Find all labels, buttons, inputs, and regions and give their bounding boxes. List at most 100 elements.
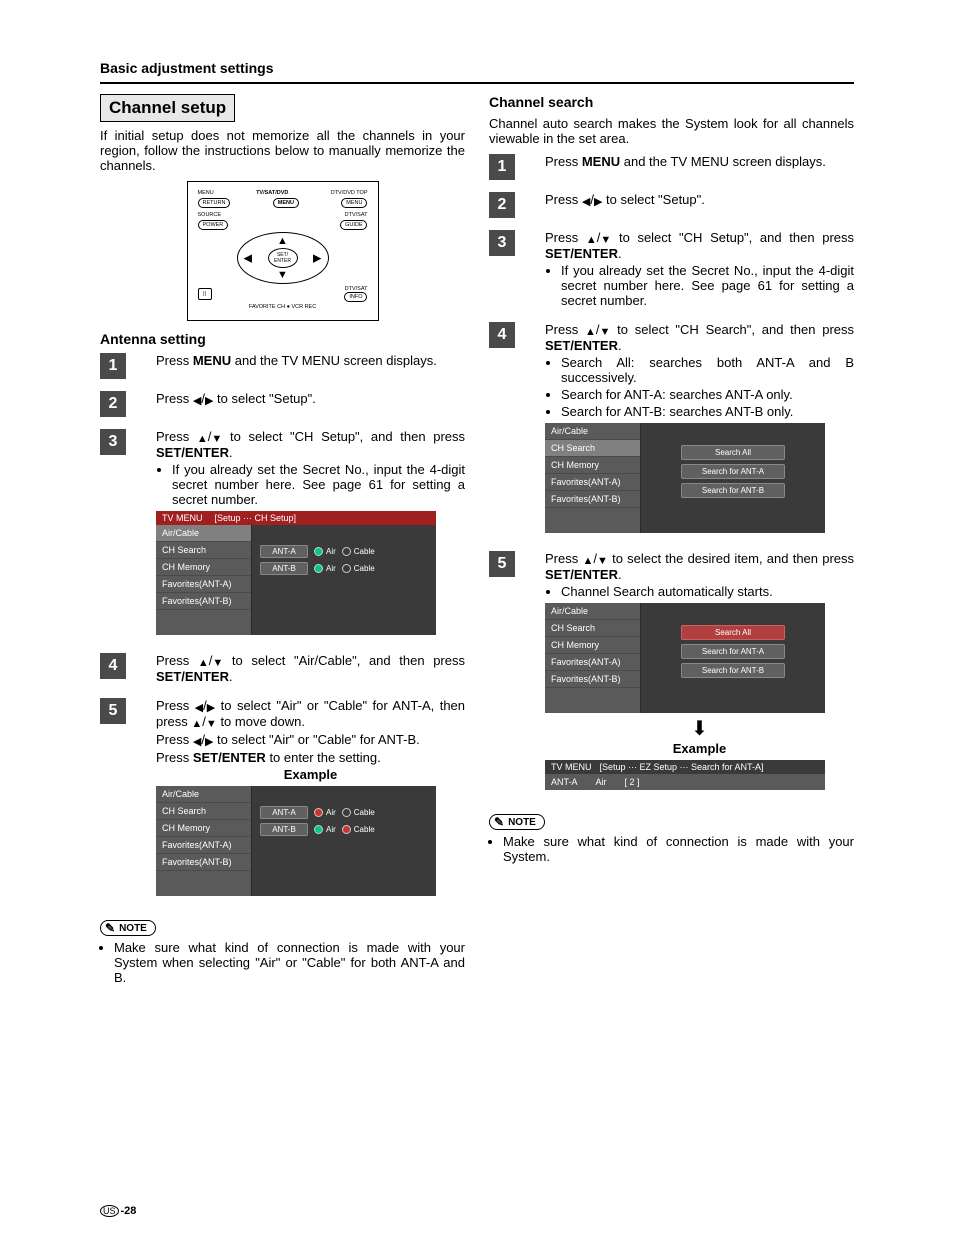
up-arrow-icon: ▲ bbox=[191, 718, 202, 730]
step-text: SET/ENTER bbox=[193, 750, 266, 765]
osd-side-item: Favorites(ANT-B) bbox=[545, 491, 640, 508]
right-arrow-icon: ▶ bbox=[207, 701, 215, 714]
osd-side-item: CH Memory bbox=[545, 457, 640, 474]
step-text: . bbox=[229, 445, 233, 460]
osd-button: Search All bbox=[681, 625, 785, 640]
note-badge: ✎ NOTE bbox=[100, 920, 156, 936]
left-arrow-icon: ◀ bbox=[244, 252, 252, 265]
step-number: 4 bbox=[100, 653, 126, 679]
step-number: 4 bbox=[489, 322, 515, 348]
page-num-value: -28 bbox=[121, 1205, 137, 1217]
step-text: Press bbox=[545, 551, 582, 566]
step-text: . bbox=[618, 567, 622, 582]
step-5: 5 Press ◀/▶ to select "Air" or "Cable" f… bbox=[100, 698, 465, 902]
osd-side-item: CH Search bbox=[545, 620, 640, 637]
up-arrow-icon: ▲ bbox=[585, 326, 596, 338]
osd-side-item: CH Search bbox=[545, 440, 640, 457]
note-label: NOTE bbox=[508, 817, 536, 828]
step-text: to select "CH Setup", and then press bbox=[619, 230, 854, 245]
step-text: and the TV MENU screen displays. bbox=[235, 353, 437, 368]
radio-on-icon bbox=[314, 564, 323, 573]
step-text: to enter the setting. bbox=[269, 750, 380, 765]
osd-title: TV MENU bbox=[551, 762, 592, 772]
channel-search-intro: Channel auto search makes the System loo… bbox=[489, 116, 854, 146]
step-bullet: Search for ANT-A: searches ANT-A only. bbox=[561, 387, 854, 402]
remote-button: POWER bbox=[198, 220, 229, 230]
step-bullet: Search All: searches both ANT-A and B su… bbox=[561, 355, 854, 385]
osd-option: Cable bbox=[354, 547, 375, 556]
remote-label: TV/SAT/DVD bbox=[256, 190, 288, 196]
osd-option: Air bbox=[326, 547, 336, 556]
down-arrow-icon: ▼ bbox=[206, 718, 217, 730]
step-text: to select "CH Setup", and then press bbox=[230, 429, 465, 444]
left-arrow-icon: ◀ bbox=[193, 394, 201, 407]
antenna-setting-heading: Antenna setting bbox=[100, 331, 465, 347]
osd-option: Cable bbox=[354, 808, 375, 817]
channel-setup-intro: If initial setup does not memorize all t… bbox=[100, 128, 465, 173]
example-label: Example bbox=[545, 741, 854, 756]
step-1: 1 Press MENU and the TV MENU screen disp… bbox=[489, 154, 854, 180]
right-arrow-icon: ▶ bbox=[594, 195, 602, 208]
left-column: Channel setup If initial setup does not … bbox=[100, 94, 465, 985]
osd-value: ANT-A bbox=[551, 777, 578, 787]
step-text: Press bbox=[156, 750, 193, 765]
down-arrow-icon: ▼ bbox=[211, 433, 222, 445]
osd-menu-example: Air/Cable CH Search CH Memory Favorites(… bbox=[156, 786, 436, 896]
osd-side-item: Favorites(ANT-A) bbox=[545, 474, 640, 491]
osd-button: Search for ANT-A bbox=[681, 464, 785, 479]
step-text: to select the desired item, and then pre… bbox=[612, 551, 854, 566]
note-text: Make sure what kind of connection is mad… bbox=[503, 834, 854, 864]
step-text: and the TV MENU screen displays. bbox=[624, 154, 826, 169]
up-arrow-icon: ▲ bbox=[277, 235, 288, 247]
down-arrow-icon: ▼ bbox=[597, 555, 608, 567]
radio-off-icon bbox=[342, 825, 351, 834]
step-number: 5 bbox=[489, 551, 515, 577]
remote-button: INFO bbox=[344, 292, 367, 302]
step-text: to select "Setup". bbox=[606, 192, 705, 207]
note-icon: ✎ bbox=[105, 921, 115, 935]
step-number: 3 bbox=[100, 429, 126, 455]
step-text: to select "Air" or "Cable" for ANT-B. bbox=[217, 732, 420, 747]
remote-label: SOURCE bbox=[198, 212, 222, 218]
step-text: to move down. bbox=[220, 714, 305, 729]
osd-option: Air bbox=[326, 808, 336, 817]
radio-off-icon bbox=[342, 547, 351, 556]
osd-label: ANT-B bbox=[260, 823, 308, 836]
step-text: Press bbox=[156, 698, 195, 713]
osd-label: ANT-B bbox=[260, 562, 308, 575]
osd-side-item: Air/Cable bbox=[156, 786, 251, 803]
note-icon: ✎ bbox=[494, 815, 504, 829]
channel-search-heading: Channel search bbox=[489, 94, 854, 110]
note-text: Make sure what kind of connection is mad… bbox=[114, 940, 465, 985]
step-text: . bbox=[229, 669, 233, 684]
remote-label: DTV/DVD TOP bbox=[331, 190, 368, 196]
channel-setup-title: Channel setup bbox=[100, 94, 235, 122]
remote-label: FAVORITE CH ● VCR REC bbox=[198, 304, 368, 310]
remote-button: GUIDE bbox=[340, 220, 367, 230]
step-text: to select "CH Search", and then press bbox=[617, 322, 854, 337]
step-4: 4 Press ▲/▼ to select "CH Search", and t… bbox=[489, 322, 854, 539]
osd-button: Search for ANT-A bbox=[681, 644, 785, 659]
step-text: to select "Air" or "Cable" for ANT-A, th… bbox=[156, 698, 465, 729]
osd-side-item: Favorites(ANT-A) bbox=[156, 837, 251, 854]
left-arrow-icon: ◀ bbox=[195, 701, 203, 714]
step-text: SET/ENTER bbox=[156, 669, 229, 684]
osd-label: ANT-A bbox=[260, 545, 308, 558]
right-arrow-icon: ▶ bbox=[205, 735, 213, 748]
remote-illustration: MENU TV/SAT/DVD DTV/DVD TOP RETURN MENU … bbox=[187, 181, 379, 321]
osd-button: Search for ANT-B bbox=[681, 483, 785, 498]
osd-side-item: Favorites(ANT-B) bbox=[156, 593, 251, 610]
step-text: MENU bbox=[582, 154, 620, 169]
step-text: SET/ENTER bbox=[545, 567, 618, 582]
step-text: SET/ENTER bbox=[156, 445, 229, 460]
osd-side-item: CH Memory bbox=[156, 559, 251, 576]
radio-on-icon bbox=[314, 808, 323, 817]
down-arrow-icon: ▼ bbox=[600, 326, 611, 338]
remote-label: DTV/SAT bbox=[345, 212, 368, 218]
step-bullet: Search for ANT-B: searches ANT-B only. bbox=[561, 404, 854, 419]
page-number: US-28 bbox=[100, 1205, 136, 1217]
down-arrow-icon: ▼ bbox=[212, 657, 223, 669]
step-text: to select "Setup". bbox=[217, 391, 316, 406]
remote-button: MENU bbox=[341, 198, 367, 208]
down-arrow-icon: ▼ bbox=[600, 234, 611, 246]
